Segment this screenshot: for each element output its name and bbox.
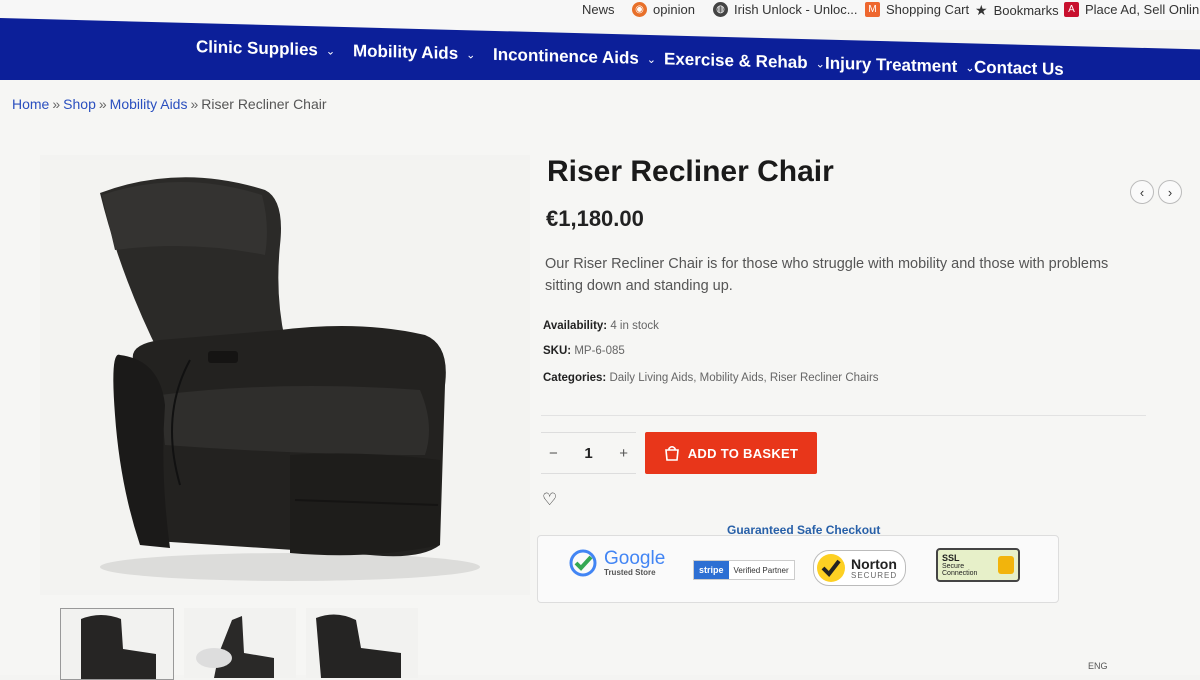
product-main-image[interactable]	[40, 155, 530, 595]
recliner-chair-illustration	[100, 177, 480, 581]
norton-check-icon	[817, 554, 845, 582]
stripe-sub: Verified Partner	[733, 565, 789, 575]
nav-contact-us[interactable]: Contact Us	[974, 58, 1064, 80]
divider	[541, 415, 1146, 416]
sku-row: SKU: MP-6-085	[543, 345, 625, 357]
availability-value: 4 in stock	[610, 320, 659, 332]
chevron-left-icon: ‹	[1139, 184, 1145, 200]
bookmark-label: News	[582, 2, 615, 17]
norton-sub: SECURED	[851, 570, 898, 580]
add-to-basket-button[interactable]: ADD TO BASKET	[645, 432, 817, 474]
ssl-secure-badge: SSL Secure Connection	[936, 548, 1020, 582]
bookmark-shopping-cart[interactable]: M Shopping Cart	[865, 2, 969, 17]
thumbnail-1[interactable]	[60, 608, 174, 680]
categories-value[interactable]: Daily Living Aids, Mobility Aids, Riser …	[609, 372, 878, 384]
availability-label: Availability:	[543, 320, 608, 332]
product-page: Home» Shop» Mobility Aids» Riser Recliner C…	[0, 80, 1200, 680]
norton-text: Norton	[851, 555, 897, 572]
nav-label: Clinic Supplies	[196, 37, 318, 60]
categories-row: Categories: Daily Living Aids, Mobility …	[543, 372, 879, 384]
thumbnail-3[interactable]	[306, 608, 418, 678]
nav-mobility-aids[interactable]: Mobility Aids ⌄	[353, 41, 475, 64]
norton-secured-badge: Norton SECURED	[813, 550, 907, 586]
ssl-sub-secure: Secure	[942, 562, 965, 570]
previous-product-button[interactable]: ‹	[1130, 180, 1154, 204]
product-description: Our Riser Recliner Chair is for those wh…	[545, 256, 1109, 295]
categories-label: Categories:	[543, 372, 607, 384]
nav-label: Exercise & Rehab	[664, 49, 808, 73]
breadcrumb-mobility-aids[interactable]: Mobility Aids	[110, 96, 188, 112]
checkmark-circle-icon	[569, 549, 597, 577]
stripe-text: stripe	[694, 561, 729, 579]
breadcrumb-separator: »	[98, 96, 107, 112]
bookmark-label: Bookmarks	[993, 3, 1059, 18]
nav-clinic-supplies[interactable]: Clinic Supplies ⌄	[196, 37, 335, 61]
bookmark-label: opinion	[653, 2, 695, 17]
bookmark-label: Place Ad, Sell Onlin...	[1085, 2, 1200, 17]
product-nav-arrows: ‹ ›	[1130, 180, 1182, 204]
next-product-button[interactable]: ›	[1158, 180, 1182, 204]
nav-injury-treatment[interactable]: Injury Treatment ⌄	[825, 54, 974, 78]
recliner-thumbnail-icon	[81, 615, 156, 679]
google-trusted-store-badge: Google Trusted Store	[568, 548, 665, 578]
sku-label: SKU:	[543, 345, 572, 357]
quantity-decrease-button[interactable]: −	[549, 445, 558, 462]
globe-icon: ◍	[713, 2, 728, 17]
breadcrumb: Home» Shop» Mobility Aids» Riser Recliner C…	[12, 96, 327, 112]
quantity-input[interactable]: 1	[584, 445, 592, 462]
add-to-basket-label: ADD TO BASKET	[687, 445, 799, 461]
adobe-icon: A	[1064, 2, 1079, 17]
chevron-down-icon: ⌄	[815, 57, 825, 71]
opinion-icon: ◉	[632, 2, 647, 17]
bookmark-label: Irish Unlock - Unloc...	[734, 2, 858, 17]
breadcrumb-separator: »	[52, 96, 61, 112]
bookmark-news[interactable]: News	[582, 2, 615, 17]
system-tray-language: ENG	[1088, 661, 1108, 671]
bookmark-irish-unlock[interactable]: ◍ Irish Unlock - Unloc...	[713, 2, 858, 17]
product-price: €1,180.00	[546, 206, 644, 231]
quantity-increase-button[interactable]: +	[619, 445, 628, 462]
breadcrumb-home[interactable]: Home	[12, 96, 49, 112]
bookmark-place-ad[interactable]: A Place Ad, Sell Onlin...	[1064, 2, 1200, 17]
wishlist-heart-icon[interactable]: ♡	[542, 490, 557, 510]
product-thumbnails	[60, 608, 418, 680]
nav-label: Injury Treatment	[825, 53, 958, 77]
ssl-sub-connection: Connection	[942, 569, 978, 577]
bookmark-bookmarks[interactable]: ★ Bookmarks	[975, 2, 1059, 19]
nav-label: Mobility Aids	[353, 41, 459, 63]
quantity-stepper: − 1 +	[541, 432, 636, 474]
availability-row: Availability: 4 in stock	[543, 320, 659, 332]
nav-label: Incontinence Aids	[493, 44, 639, 68]
bookmark-opinion[interactable]: ◉ opinion	[632, 2, 695, 17]
chevron-right-icon: ›	[1167, 184, 1173, 200]
bookmark-label: Shopping Cart	[886, 2, 970, 17]
magento-icon: M	[865, 2, 880, 17]
thumbnail-2[interactable]	[184, 608, 296, 678]
breadcrumb-current: Riser Recliner Chair	[201, 96, 327, 112]
star-icon: ★	[975, 2, 988, 18]
chevron-down-icon: ⌄	[646, 53, 656, 66]
google-sub: Trusted Store	[604, 568, 656, 577]
stripe-verified-badge: stripe Verified Partner	[693, 560, 795, 580]
nav-incontinence-aids[interactable]: Incontinence Aids ⌄	[493, 45, 656, 69]
product-title: Riser Recliner Chair	[547, 155, 834, 188]
breadcrumb-separator: »	[190, 96, 199, 112]
chevron-down-icon: ⌄	[325, 45, 336, 58]
nav-exercise-rehab[interactable]: Exercise & Rehab ⌄	[664, 49, 825, 73]
trust-badges: Google Trusted Store stripe Verified Par…	[537, 535, 1059, 603]
recliner-thumbnail-icon	[316, 614, 401, 678]
shopping-bag-icon	[664, 445, 679, 461]
breadcrumb-shop[interactable]: Shop	[63, 96, 96, 112]
recliner-thumbnail-icon	[196, 616, 274, 678]
nav-label: Contact Us	[974, 57, 1064, 79]
padlock-icon	[998, 556, 1014, 574]
ssl-text: SSL	[942, 552, 960, 563]
chevron-down-icon: ⌄	[466, 48, 476, 61]
google-text: Google	[604, 548, 666, 569]
sku-value: MP-6-085	[574, 345, 625, 357]
